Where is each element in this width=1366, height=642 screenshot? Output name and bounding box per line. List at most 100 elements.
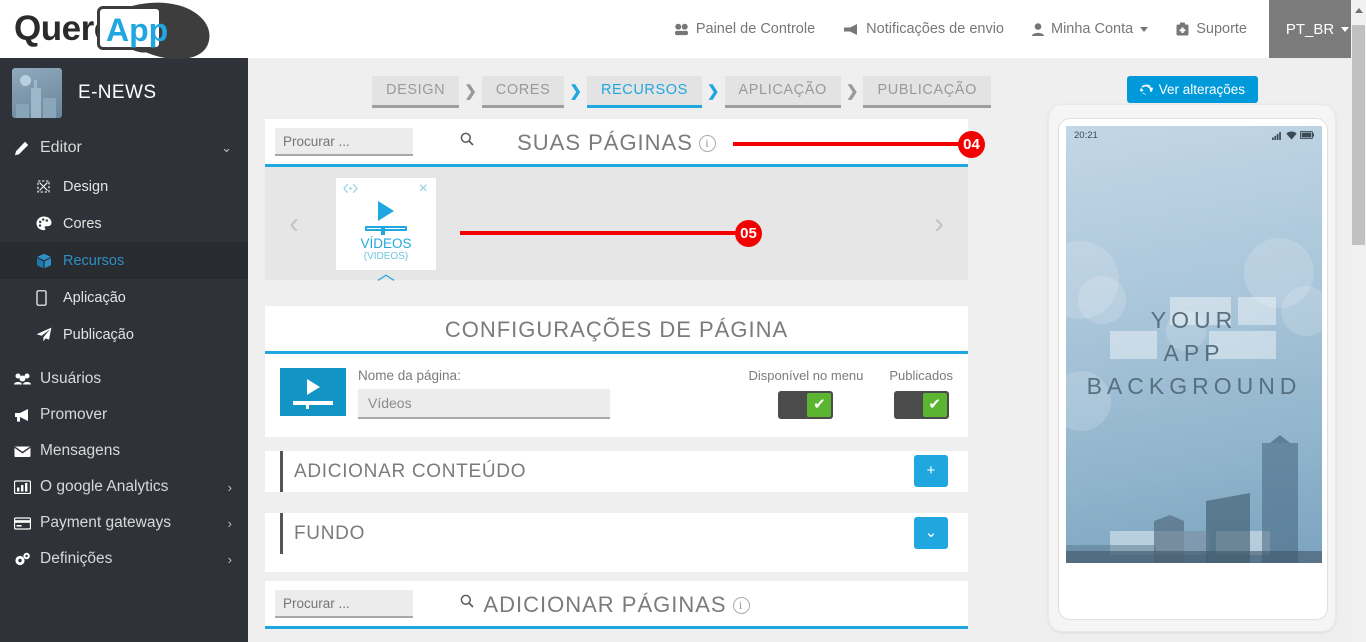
chevron-down-icon: ⌄ bbox=[221, 140, 232, 155]
signal-icon bbox=[1272, 131, 1281, 140]
sidebar-label-publicacao: Publicação bbox=[63, 326, 134, 343]
box-icon bbox=[36, 253, 63, 269]
sidebar-label-mensagens: Mensagens bbox=[40, 442, 121, 459]
dashboard-icon bbox=[674, 23, 688, 35]
envelope-icon bbox=[14, 445, 40, 458]
sidebar-item-usuarios[interactable]: Usuários bbox=[0, 361, 248, 397]
chevron-down-icon[interactable]: ⌄ bbox=[914, 517, 948, 549]
step-recursos[interactable]: RECURSOS bbox=[586, 76, 702, 108]
phone-screen: 20:21 YOUR APP BACKGROUND bbox=[1066, 126, 1322, 563]
page-scrollbar[interactable] bbox=[1351, 0, 1366, 642]
topnav-label-notifications: Notificações de envio bbox=[866, 21, 1004, 37]
page-card-videos[interactable]: × VÍDEOS (VIDEOS) ︿ bbox=[336, 177, 436, 283]
add-pages-title: ADICIONAR PÁGINAS i bbox=[265, 592, 968, 618]
scrollbar-thumb[interactable] bbox=[1352, 25, 1365, 245]
sidebar-item-publicacao[interactable]: Publicação bbox=[0, 316, 248, 353]
status-icons bbox=[1272, 131, 1314, 140]
your-pages-title: SUAS PÁGINAS i bbox=[265, 130, 968, 156]
accordion-background[interactable]: FUNDO ⌄ bbox=[280, 513, 953, 554]
chevron-right-icon: › bbox=[227, 551, 232, 567]
topnav-item-account[interactable]: Minha Conta bbox=[1018, 0, 1162, 58]
video-play-icon bbox=[280, 368, 346, 416]
page-name-row: Nome da página: Disponível no menu ✔ Pub… bbox=[280, 368, 953, 419]
accordion-label-add-content: ADICIONAR CONTEÚDO bbox=[294, 460, 527, 482]
topnav-label-dashboard: Painel de Controle bbox=[695, 21, 816, 37]
sidebar-label-aplicacao: Aplicação bbox=[63, 289, 126, 306]
carousel-items: × VÍDEOS (VIDEOS) ︿ bbox=[323, 177, 910, 283]
info-icon[interactable]: i bbox=[732, 597, 750, 614]
sidebar-app-header[interactable]: E-NEWS bbox=[0, 58, 248, 128]
phone-preview-panel: 20:21 YOUR APP BACKGROUND bbox=[1048, 104, 1336, 632]
step-publicacao[interactable]: PUBLICAÇÃO bbox=[863, 76, 991, 108]
plus-icon[interactable]: + bbox=[914, 455, 948, 487]
design-icon bbox=[36, 179, 63, 194]
sidebar-item-cores[interactable]: Cores bbox=[0, 205, 248, 242]
toggle-available-switch[interactable]: ✔ bbox=[778, 391, 834, 419]
topnav-label-account: Minha Conta bbox=[1050, 21, 1134, 37]
chevron-up-icon: ︿ bbox=[377, 263, 395, 284]
chevron-right-icon: ❯ bbox=[706, 83, 720, 100]
sidebar-item-promover[interactable]: Promover bbox=[0, 397, 248, 433]
sidebar-label-usuarios: Usuários bbox=[40, 370, 102, 387]
sidebar-item-design[interactable]: Design bbox=[0, 168, 248, 205]
add-pages-panel: ADICIONAR PÁGINAS i bbox=[265, 581, 968, 629]
step-aplicacao[interactable]: APLICAÇÃO bbox=[724, 76, 841, 108]
pencil-icon bbox=[14, 141, 40, 156]
add-pages-header: ADICIONAR PÁGINAS i bbox=[265, 581, 968, 629]
check-icon: ✔ bbox=[807, 393, 832, 417]
sidebar-item-aplicacao[interactable]: Aplicação bbox=[0, 279, 248, 316]
bg-text-line-2: APP bbox=[1163, 340, 1225, 366]
sidebar-label-definicoes: Definições bbox=[40, 550, 113, 567]
topnav-item-notifications[interactable]: Notificações de envio bbox=[829, 0, 1018, 58]
info-icon[interactable]: i bbox=[698, 135, 716, 152]
phone-status-bar: 20:21 bbox=[1066, 126, 1322, 144]
mobile-icon bbox=[36, 289, 63, 306]
gears-icon bbox=[14, 552, 40, 567]
app-name: E-NEWS bbox=[78, 82, 157, 103]
page-name-field-wrap: Nome da página: bbox=[358, 368, 610, 419]
step-design[interactable]: DESIGN bbox=[372, 76, 460, 108]
accordion-add-content[interactable]: ADICIONAR CONTEÚDO + bbox=[280, 451, 953, 492]
chevron-right-icon: › bbox=[227, 515, 232, 531]
sidebar-item-recursos[interactable]: Recursos bbox=[0, 242, 248, 279]
sidebar-label-promover: Promover bbox=[40, 406, 108, 423]
carousel-next-button[interactable]: › bbox=[910, 207, 968, 241]
settings-spacer-2 bbox=[265, 492, 968, 513]
page-name-label: Nome da página: bbox=[358, 368, 461, 383]
sidebar-item-google-analytics[interactable]: O google Analytics › bbox=[0, 469, 248, 505]
phone-background-text: YOUR APP BACKGROUND bbox=[1066, 304, 1322, 403]
phone-frame: 20:21 YOUR APP BACKGROUND bbox=[1058, 118, 1328, 620]
scroll-up-arrow-icon[interactable] bbox=[1355, 8, 1363, 13]
brand-logo[interactable]: Quero App bbox=[14, 2, 210, 60]
toggle-available-in-menu: Disponível no menu ✔ bbox=[748, 368, 863, 419]
sidebar-group-editor[interactable]: Editor ⌄ bbox=[0, 128, 248, 168]
breadcrumb: DESIGN ❯ CORES ❯ RECURSOS ❯ APLICAÇÃO ❯ … bbox=[372, 76, 991, 108]
status-time: 20:21 bbox=[1074, 129, 1098, 141]
topnav-item-dashboard[interactable]: Painel de Controle bbox=[660, 0, 829, 58]
main-content: DESIGN ❯ CORES ❯ RECURSOS ❯ APLICAÇÃO ❯ … bbox=[248, 58, 1366, 642]
view-changes-button[interactable]: Ver alterações bbox=[1126, 76, 1258, 103]
page-settings-title: CONFIGURAÇÕES DE PÁGINA bbox=[444, 317, 789, 342]
page-name-input[interactable] bbox=[358, 389, 610, 419]
sidebar-item-mensagens[interactable]: Mensagens bbox=[0, 433, 248, 469]
toggle-published: Publicados ✔ bbox=[889, 368, 953, 419]
toggle-published-switch[interactable]: ✔ bbox=[893, 391, 949, 419]
code-icon[interactable] bbox=[343, 182, 358, 197]
settings-spacer-1 bbox=[265, 437, 968, 451]
topnav-item-support[interactable]: Suporte bbox=[1162, 0, 1261, 58]
credit-card-icon bbox=[14, 516, 40, 530]
close-icon[interactable]: × bbox=[419, 180, 428, 198]
page-card-name: VÍDEOS bbox=[360, 235, 412, 251]
toggle-label-published: Publicados bbox=[889, 368, 953, 383]
video-play-icon bbox=[362, 200, 410, 235]
add-pages-title-text: ADICIONAR PÁGINAS bbox=[483, 592, 727, 617]
view-changes-label: Ver alterações bbox=[1158, 82, 1245, 97]
carousel-prev-button[interactable]: ‹ bbox=[265, 207, 323, 241]
step-cores[interactable]: CORES bbox=[481, 76, 565, 108]
sidebar-item-definicoes[interactable]: Definições › bbox=[0, 541, 248, 577]
city-skyline-illustration bbox=[1066, 435, 1322, 563]
sidebar-item-payment-gateways[interactable]: Payment gateways › bbox=[0, 505, 248, 541]
lifebuoy-icon bbox=[1176, 22, 1189, 36]
chevron-down-icon bbox=[1140, 26, 1149, 32]
megaphone-icon bbox=[844, 23, 858, 35]
